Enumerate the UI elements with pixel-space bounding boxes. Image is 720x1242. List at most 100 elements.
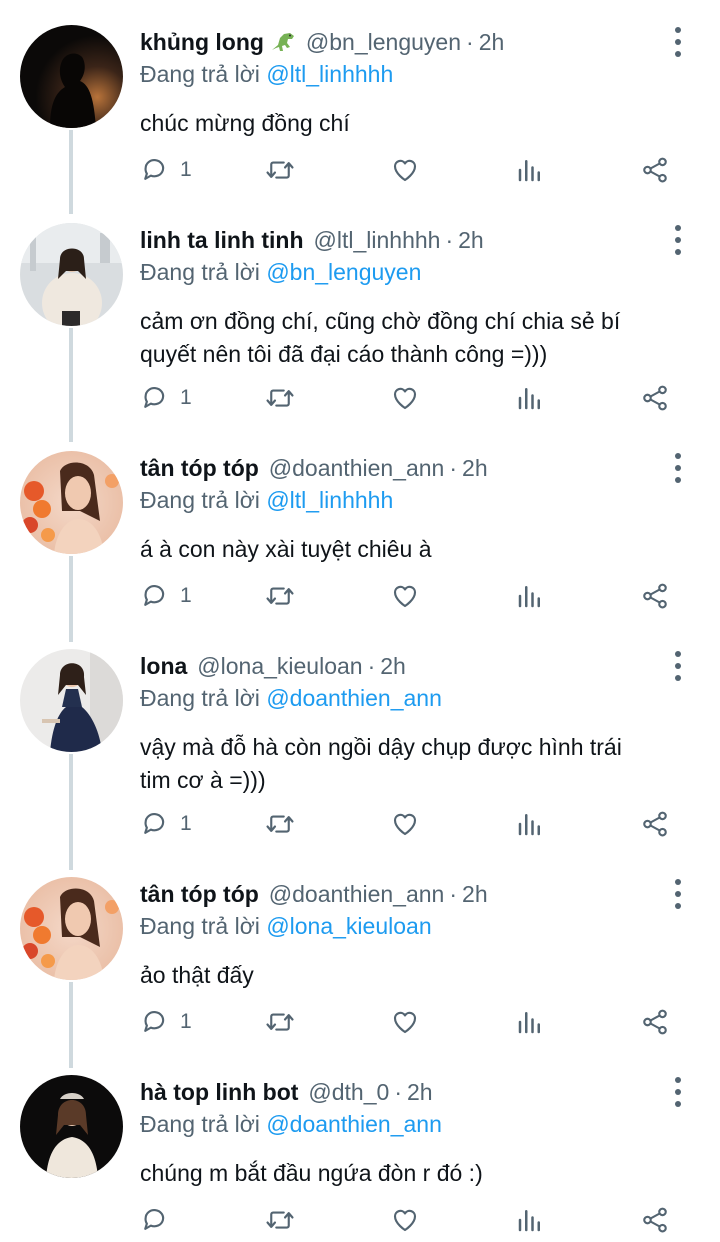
- retweet-button[interactable]: [265, 381, 295, 415]
- avatar[interactable]: [20, 877, 123, 980]
- views-button[interactable]: [515, 807, 545, 841]
- like-button[interactable]: [390, 1203, 420, 1237]
- action-bar: 1: [140, 807, 700, 841]
- share-icon: [643, 157, 667, 183]
- more-vertical-icon[interactable]: [664, 651, 692, 681]
- display-name[interactable]: tân tóp tóp: [140, 455, 259, 482]
- separator-dot: ·: [449, 454, 458, 481]
- more-vertical-icon[interactable]: [664, 27, 692, 57]
- reply-button[interactable]: 1: [140, 153, 192, 187]
- user-handle[interactable]: @doanthien_ann: [269, 455, 445, 482]
- user-handle[interactable]: @lona_kieuloan: [197, 653, 362, 680]
- user-handle[interactable]: @ltl_linhhhh: [314, 227, 441, 254]
- views-button[interactable]: [515, 1203, 545, 1237]
- share-button[interactable]: [640, 153, 670, 187]
- retweet-icon: [266, 389, 294, 407]
- share-icon: [643, 1009, 667, 1035]
- like-button[interactable]: [390, 381, 420, 415]
- reply-prefix: Đang trả lời: [140, 1111, 260, 1137]
- like-button[interactable]: [390, 1005, 420, 1039]
- timestamp[interactable]: 2h: [462, 881, 488, 908]
- reply-count: 1: [180, 1010, 192, 1033]
- views-button[interactable]: [515, 381, 545, 415]
- tweet[interactable]: linh ta linh tinh @ltl_linhhhh · 2h Đang…: [0, 223, 720, 448]
- retweet-button[interactable]: [265, 153, 295, 187]
- mention-link[interactable]: @bn_lenguyen: [266, 259, 421, 285]
- retweet-button[interactable]: [265, 579, 295, 613]
- share-button[interactable]: [640, 1203, 670, 1237]
- action-bar: 1: [140, 153, 700, 187]
- mention-link[interactable]: @doanthien_ann: [266, 685, 442, 711]
- heart-icon: [393, 813, 417, 836]
- tweet[interactable]: tân tóp tóp @doanthien_ann · 2h Đang trả…: [0, 877, 720, 1072]
- separator-dot: ·: [394, 1078, 402, 1105]
- more-vertical-icon[interactable]: [664, 225, 692, 255]
- timestamp[interactable]: 2h: [380, 653, 406, 680]
- tweet-text: chúc mừng đồng chí: [140, 110, 350, 136]
- share-icon: [643, 583, 667, 609]
- mention-link[interactable]: @ltl_linhhhh: [266, 61, 393, 87]
- tweet[interactable]: khủng long @bn_lenguyen · 2h Đang trả lờ…: [0, 25, 720, 225]
- avatar[interactable]: [20, 223, 123, 326]
- mention-link[interactable]: @doanthien_ann: [266, 1111, 442, 1137]
- more-vertical-icon[interactable]: [664, 879, 692, 909]
- replying-to: Đang trả lời @ltl_linhhhh: [140, 487, 393, 514]
- tweet[interactable]: tân tóp tóp @doanthien_ann · 2h Đang trả…: [0, 451, 720, 646]
- reply-button[interactable]: [140, 1203, 180, 1237]
- mention-link[interactable]: @ltl_linhhhh: [266, 487, 393, 513]
- reply-button[interactable]: 1: [140, 807, 192, 841]
- more-vertical-icon[interactable]: [664, 1077, 692, 1107]
- more-vertical-icon[interactable]: [664, 453, 692, 483]
- mention-link[interactable]: @lona_kieuloan: [266, 913, 431, 939]
- views-button[interactable]: [515, 153, 545, 187]
- heart-icon: [393, 585, 417, 608]
- reply-prefix: Đang trả lời: [140, 259, 260, 285]
- user-handle[interactable]: @doanthien_ann: [269, 881, 445, 908]
- reply-count: 1: [180, 812, 192, 835]
- display-name[interactable]: linh ta linh tinh: [140, 227, 304, 254]
- views-icon: [518, 1210, 540, 1232]
- timestamp[interactable]: 2h: [407, 1079, 433, 1106]
- display-name[interactable]: hà top linh bot: [140, 1079, 298, 1106]
- avatar[interactable]: [20, 649, 123, 752]
- user-handle[interactable]: @dth_0: [308, 1079, 389, 1106]
- display-name[interactable]: lona: [140, 653, 187, 680]
- reply-button[interactable]: 1: [140, 381, 192, 415]
- tweet-text: á à con này xài tuyệt chiêu à: [140, 536, 432, 562]
- like-button[interactable]: [390, 153, 420, 187]
- timestamp[interactable]: 2h: [462, 455, 488, 482]
- action-bar: 1: [140, 579, 700, 613]
- retweet-button[interactable]: [265, 1203, 295, 1237]
- avatar[interactable]: [20, 451, 123, 554]
- views-icon: [518, 814, 540, 836]
- tweet[interactable]: hà top linh bot @dth_0 · 2h Đang trả lời…: [0, 1075, 720, 1242]
- timestamp[interactable]: 2h: [458, 227, 484, 254]
- views-button[interactable]: [515, 1005, 545, 1039]
- retweet-button[interactable]: [265, 807, 295, 841]
- reply-icon: [144, 159, 165, 180]
- like-button[interactable]: [390, 807, 420, 841]
- reply-button[interactable]: 1: [140, 1005, 192, 1039]
- like-button[interactable]: [390, 579, 420, 613]
- replying-to: Đang trả lời @ltl_linhhhh: [140, 61, 393, 88]
- share-button[interactable]: [640, 1005, 670, 1039]
- tweet[interactable]: lona @lona_kieuloan · 2h Đang trả lời @d…: [0, 649, 720, 874]
- reply-prefix: Đang trả lời: [140, 487, 260, 513]
- retweet-button[interactable]: [265, 1005, 295, 1039]
- views-button[interactable]: [515, 579, 545, 613]
- user-handle[interactable]: @bn_lenguyen: [306, 29, 461, 56]
- action-bar: [140, 1203, 700, 1237]
- views-icon: [518, 388, 540, 410]
- display-name[interactable]: khủng long: [140, 29, 264, 56]
- timestamp[interactable]: 2h: [479, 29, 505, 56]
- avatar[interactable]: [20, 25, 123, 128]
- dinosaur-emoji-icon: [270, 30, 296, 54]
- display-name[interactable]: tân tóp tóp: [140, 881, 259, 908]
- share-button[interactable]: [640, 807, 670, 841]
- reply-button[interactable]: 1: [140, 579, 192, 613]
- share-button[interactable]: [640, 381, 670, 415]
- avatar[interactable]: [20, 1075, 123, 1178]
- separator-dot: ·: [449, 880, 458, 907]
- reply-prefix: Đang trả lời: [140, 685, 260, 711]
- share-button[interactable]: [640, 579, 670, 613]
